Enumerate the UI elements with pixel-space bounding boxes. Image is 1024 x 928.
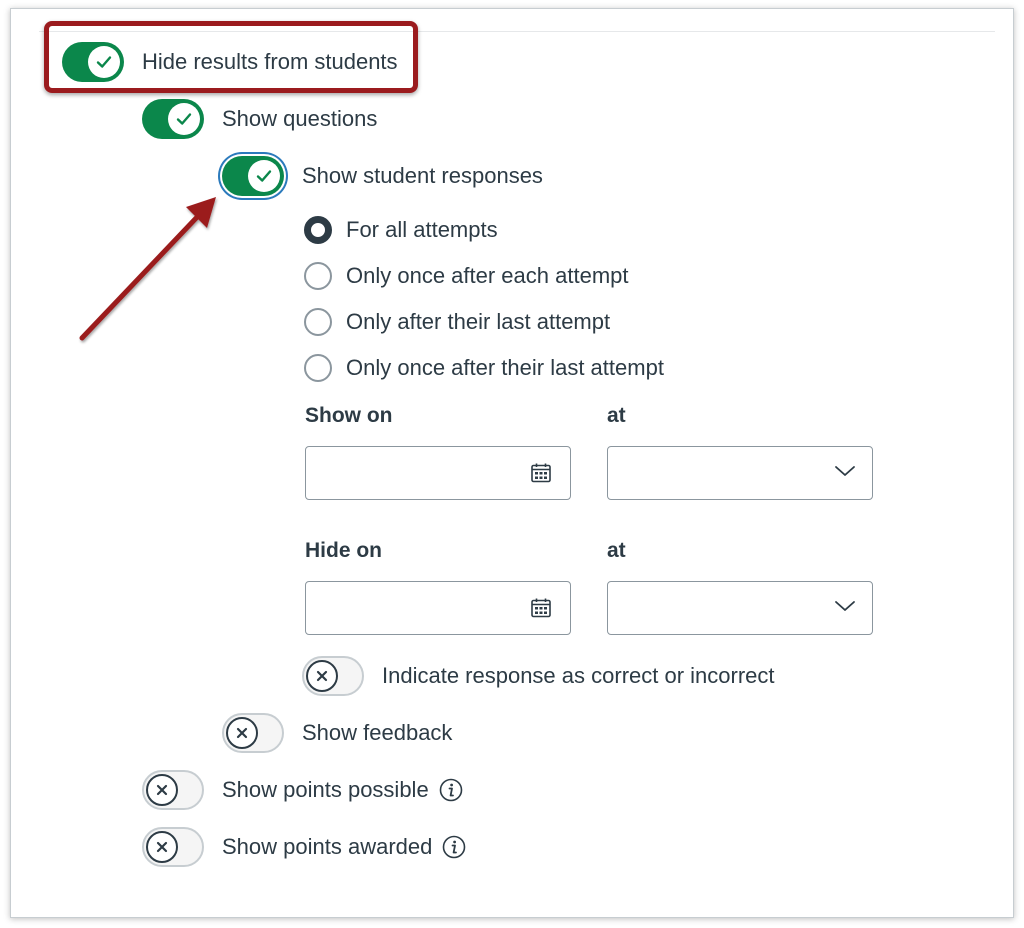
radio-once-after-each[interactable]: Only once after each attempt [304, 262, 629, 290]
show-on-label: Show on [305, 404, 393, 427]
show-points-awarded-toggle[interactable] [142, 827, 204, 867]
show-points-awarded-row: Show points awarded [142, 827, 466, 867]
show-on-at-label: at [607, 404, 626, 427]
show-points-possible-label: Show points possible [222, 777, 429, 802]
show-feedback-row: Show feedback [222, 713, 452, 753]
x-icon [146, 831, 178, 863]
indicate-correct-label: Indicate response as correct or incorrec… [382, 663, 775, 688]
chevron-down-icon [834, 464, 856, 483]
show-responses-label: Show student responses [302, 163, 543, 188]
show-on-time-select[interactable] [607, 446, 873, 500]
radio-label: Only once after each attempt [346, 263, 629, 288]
check-icon [248, 160, 280, 192]
radio-button[interactable] [304, 354, 332, 382]
calendar-icon[interactable] [530, 462, 552, 489]
x-icon [146, 774, 178, 806]
hide-on-at-label: at [607, 539, 626, 562]
hide-on-label: Hide on [305, 539, 382, 562]
show-questions-row: Show questions [142, 99, 377, 139]
show-points-possible-toggle[interactable] [142, 770, 204, 810]
radio-button[interactable] [304, 262, 332, 290]
radio-button[interactable] [304, 308, 332, 336]
radio-button[interactable] [304, 216, 332, 244]
calendar-icon[interactable] [530, 597, 552, 624]
show-responses-row: Show student responses [222, 156, 543, 196]
show-feedback-label: Show feedback [302, 720, 453, 745]
show-responses-toggle[interactable] [222, 156, 284, 196]
x-icon [226, 717, 258, 749]
annotation-highlight-box [44, 21, 418, 93]
radio-label: Only after their last attempt [346, 309, 611, 334]
show-questions-label: Show questions [222, 106, 378, 131]
radio-after-last[interactable]: Only after their last attempt [304, 308, 610, 336]
show-questions-toggle[interactable] [142, 99, 204, 139]
x-icon [306, 660, 338, 692]
show-feedback-toggle[interactable] [222, 713, 284, 753]
info-icon[interactable] [442, 835, 466, 859]
hide-on-date-input[interactable] [305, 581, 571, 635]
check-icon [168, 103, 200, 135]
radio-for-all-attempts[interactable]: For all attempts [304, 216, 498, 244]
radio-label: For all attempts [346, 217, 498, 242]
indicate-correct-toggle[interactable] [302, 656, 364, 696]
chevron-down-icon [834, 599, 856, 618]
info-icon[interactable] [439, 778, 463, 802]
show-points-possible-row: Show points possible [142, 770, 463, 810]
radio-once-after-last[interactable]: Only once after their last attempt [304, 354, 664, 382]
show-points-awarded-label: Show points awarded [222, 834, 433, 859]
radio-label: Only once after their last attempt [346, 355, 664, 380]
show-on-date-input[interactable] [305, 446, 571, 500]
hide-on-time-select[interactable] [607, 581, 873, 635]
indicate-correct-row: Indicate response as correct or incorrec… [302, 656, 775, 696]
